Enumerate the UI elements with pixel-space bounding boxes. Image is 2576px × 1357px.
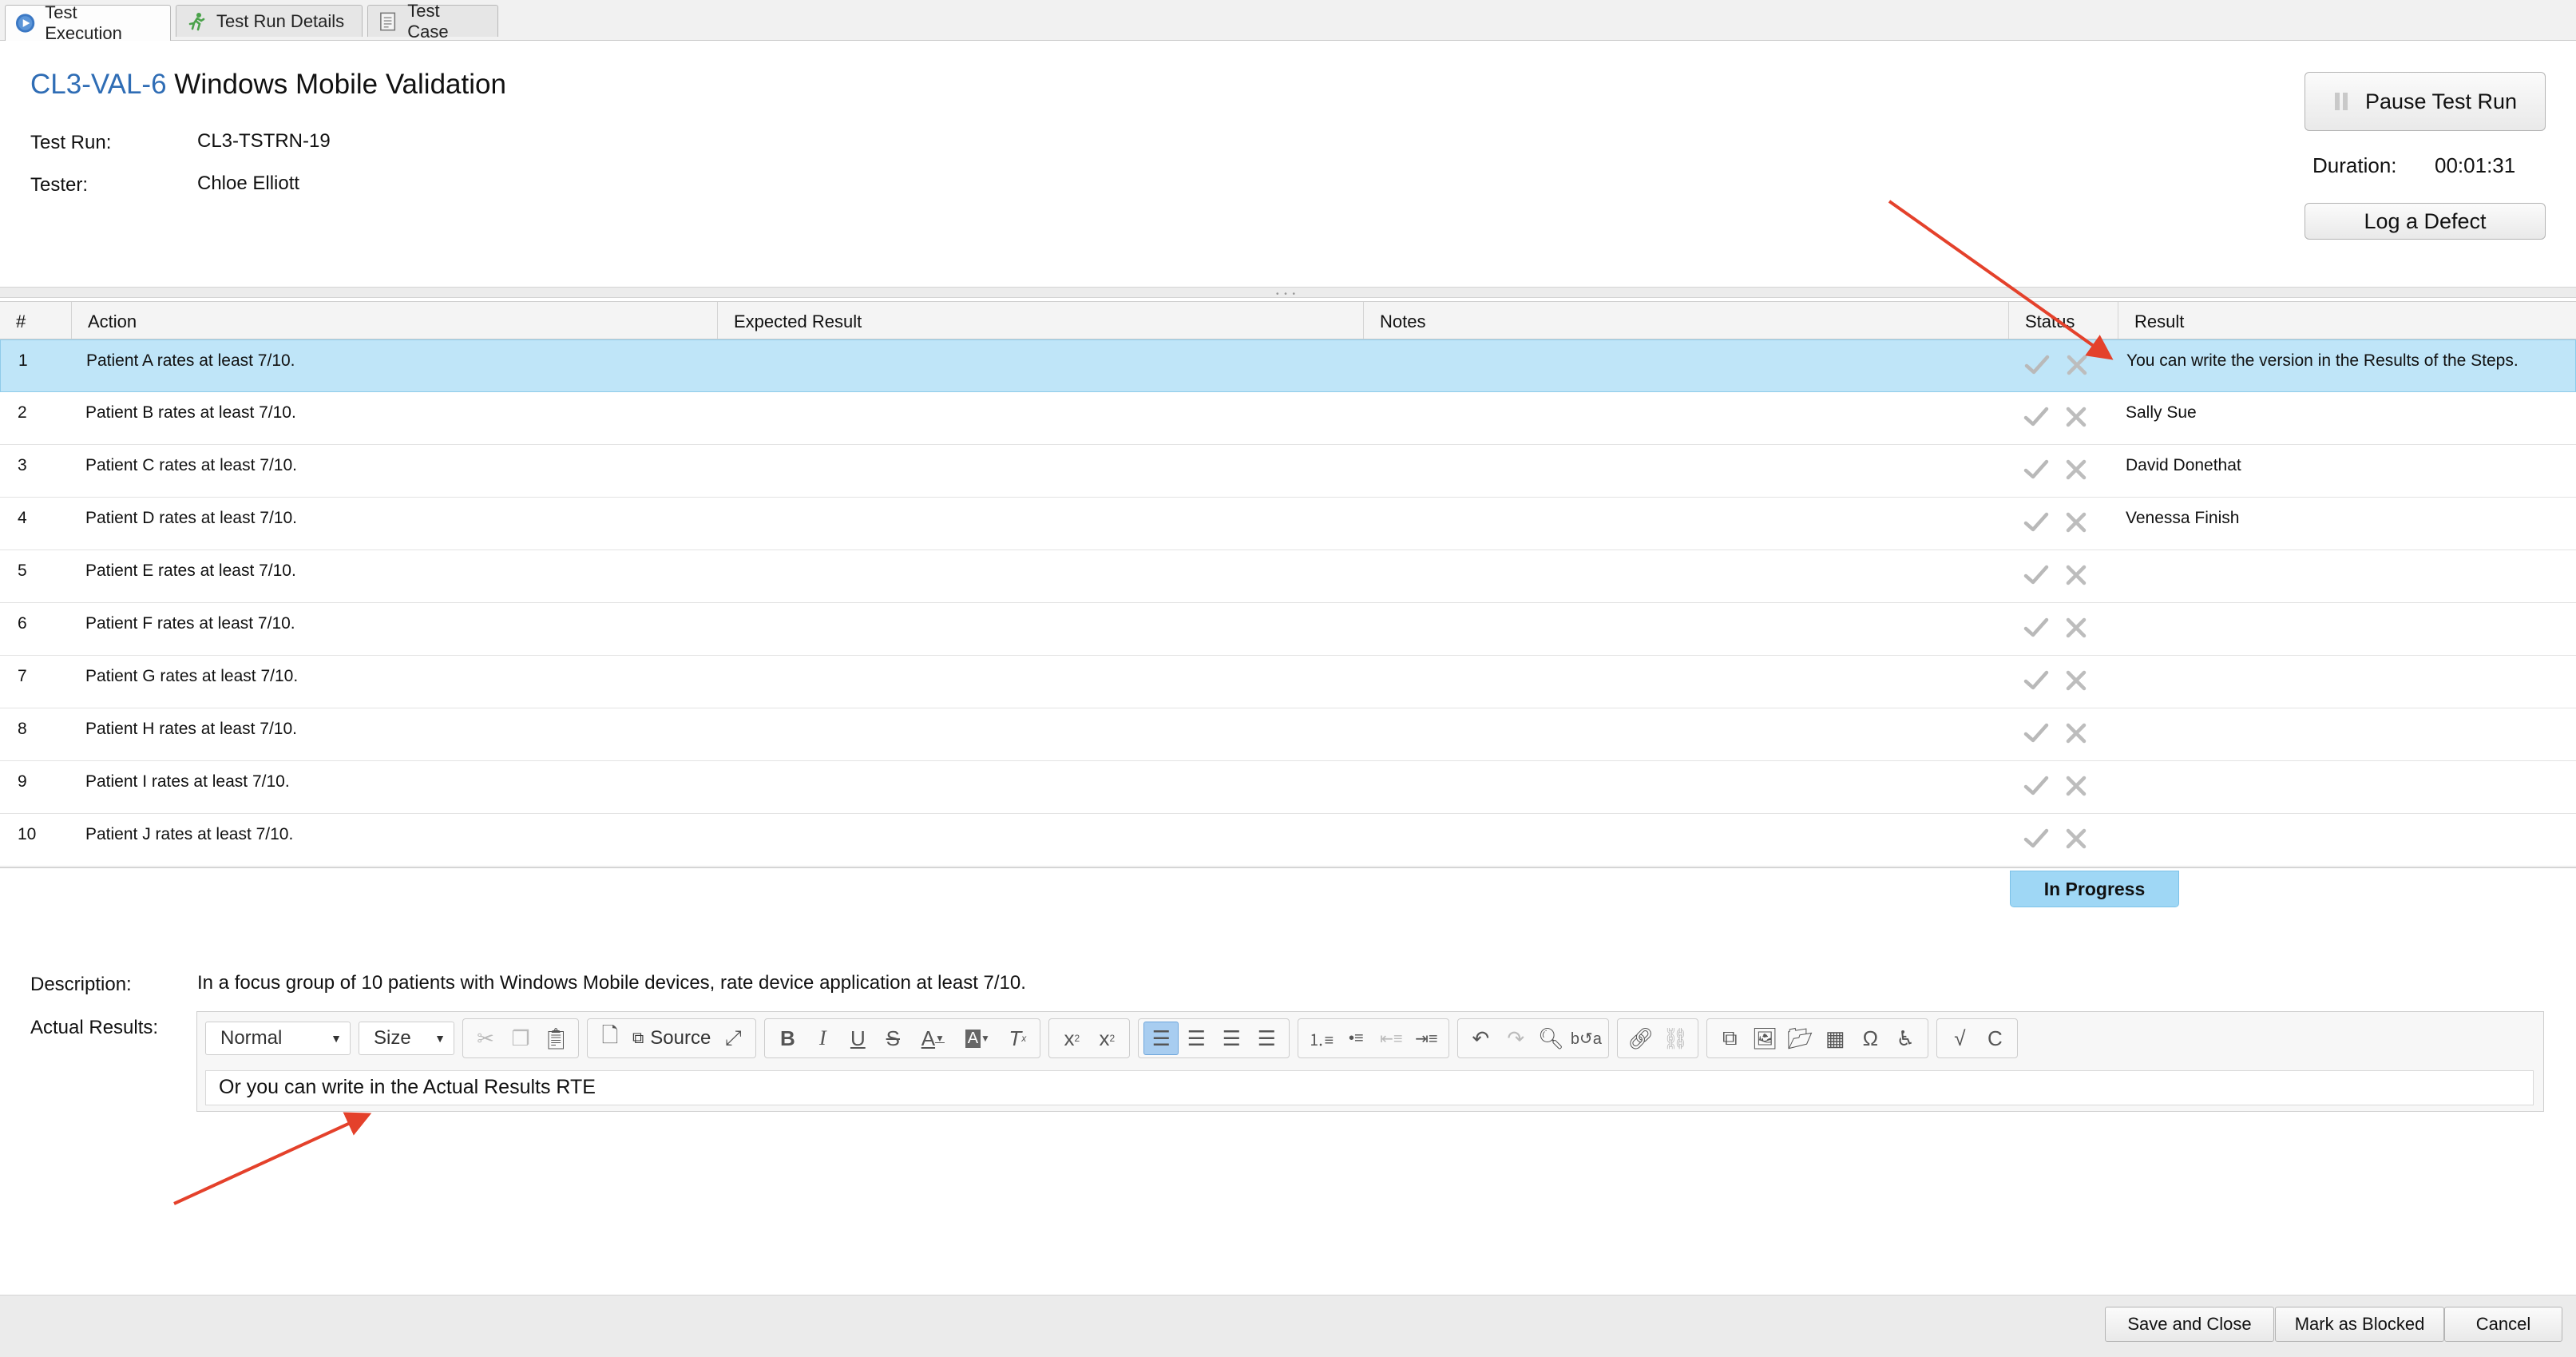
cancel-label: Cancel	[2475, 1314, 2531, 1334]
mark-as-blocked-label: Mark as Blocked	[2294, 1314, 2425, 1334]
save-and-close-label: Save and Close	[2127, 1314, 2252, 1334]
save-and-close-button[interactable]: Save and Close	[2105, 1307, 2274, 1342]
mark-as-blocked-button[interactable]: Mark as Blocked	[2275, 1307, 2444, 1342]
annotation-arrow-result	[1888, 200, 2114, 360]
cancel-button[interactable]: Cancel	[2444, 1307, 2562, 1342]
annotation-arrow-rte	[173, 1112, 372, 1205]
annotation-arrows	[173, 200, 2114, 1205]
